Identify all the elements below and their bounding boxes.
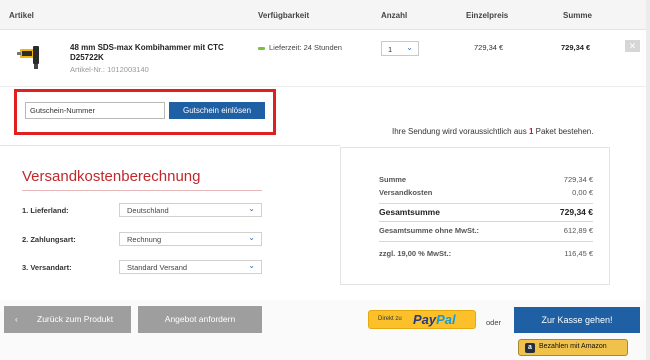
- vat-label: zzgl. 19,00 % MwSt.:: [379, 249, 452, 258]
- chevron-down-icon: ⌄: [248, 204, 255, 213]
- chevron-down-icon: ⌄: [406, 43, 413, 52]
- checkout-button[interactable]: Zur Kasse gehen!: [514, 307, 640, 333]
- divider: [379, 221, 593, 222]
- divider: [0, 86, 650, 87]
- delivery-country-select[interactable]: Deutschland ⌄: [119, 203, 262, 217]
- line-total: 729,34 €: [561, 43, 591, 52]
- unit-price: 729,34 €: [474, 43, 504, 52]
- availability: Lieferzeit: 24 Stunden: [258, 43, 342, 52]
- package-note-before: Ihre Sendung wird voraussichtlich aus: [392, 127, 529, 136]
- or-separator: oder: [486, 318, 502, 327]
- summe-value: 729,34 €: [563, 175, 593, 184]
- product-image[interactable]: [17, 42, 43, 70]
- coupon-highlight-box: Gutschein einlösen: [14, 89, 276, 135]
- amazon-icon: a: [525, 343, 535, 353]
- coupon-code-input[interactable]: [25, 102, 165, 119]
- paypal-checkout-button[interactable]: Direkt zu PayPal: [368, 310, 476, 329]
- shipping-cost-value: 0,00 €: [572, 188, 593, 197]
- chevron-left-icon: ‹: [15, 315, 18, 324]
- column-header-artikel: Artikel: [9, 11, 34, 20]
- net-total-value: 612,89 €: [563, 226, 593, 235]
- remove-item-button[interactable]: ✕: [625, 40, 640, 52]
- redeem-coupon-button[interactable]: Gutschein einlösen: [169, 102, 265, 119]
- payment-method-select[interactable]: Rechnung ⌄: [119, 232, 262, 246]
- product-title[interactable]: 48 mm SDS-max Kombihammer mit CTC D25722…: [70, 43, 240, 63]
- back-to-product-button[interactable]: ‹ Zurück zum Produkt: [4, 306, 131, 333]
- cart-item-row: 48 mm SDS-max Kombihammer mit CTC D25722…: [0, 31, 650, 85]
- shipping-type-select[interactable]: Standard Versand ⌄: [119, 260, 262, 274]
- order-totals-panel: Summe 729,34 € Versandkosten 0,00 € Gesa…: [340, 147, 610, 285]
- back-to-product-label: Zurück zum Produkt: [37, 314, 114, 324]
- payment-method-value: Rechnung: [127, 235, 162, 244]
- shipping-type-value: Standard Versand: [127, 263, 188, 272]
- availability-indicator: [258, 46, 265, 50]
- shipping-type-label: 3. Versandart:: [22, 263, 72, 272]
- cart-table-header: Artikel Verfügbarkeit Anzahl Einzelpreis…: [0, 0, 650, 30]
- request-offer-button[interactable]: Angebot anfordern: [138, 306, 262, 333]
- vat-value: 116,45 €: [564, 249, 593, 258]
- divider: [379, 241, 593, 242]
- product-article-number: Artikel-Nr.: 1012003140: [70, 65, 149, 74]
- availability-text: Lieferzeit: 24 Stunden: [269, 43, 342, 52]
- package-note-after: Paket bestehen.: [533, 127, 594, 136]
- chevron-down-icon: ⌄: [248, 261, 255, 270]
- column-header-anzahl: Anzahl: [381, 11, 408, 20]
- amazon-pay-button[interactable]: a Bezahlen mit Amazon: [518, 339, 628, 356]
- grand-total-value: 729,34 €: [559, 207, 593, 217]
- quantity-select[interactable]: 1 ⌄: [381, 41, 419, 56]
- paypal-logo: PayPal: [413, 312, 456, 327]
- title-underline: [22, 190, 262, 191]
- chevron-down-icon: ⌄: [248, 233, 255, 242]
- payment-method-label: 2. Zahlungsart:: [22, 235, 76, 244]
- divider: [0, 145, 340, 146]
- net-total-label: Gesamtsumme ohne MwSt.:: [379, 226, 480, 235]
- summe-label: Summe: [379, 175, 407, 184]
- delivery-country-label: 1. Lieferland:: [22, 206, 69, 215]
- column-header-summe: Summe: [563, 11, 592, 20]
- package-count-note: Ihre Sendung wird voraussichtlich aus 1 …: [392, 127, 593, 136]
- paypal-prefix: Direkt zu: [378, 316, 402, 322]
- column-header-verfuegbarkeit: Verfügbarkeit: [258, 11, 310, 20]
- delivery-country-value: Deutschland: [127, 206, 169, 215]
- close-icon: ✕: [628, 41, 637, 51]
- amazon-pay-label: Bezahlen mit Amazon: [539, 343, 607, 350]
- divider: [379, 203, 593, 204]
- shipping-calc-title: Versandkostenberechnung: [22, 168, 201, 185]
- quantity-value: 1: [388, 45, 393, 54]
- column-header-einzelpreis: Einzelpreis: [466, 11, 509, 20]
- shipping-cost-label: Versandkosten: [379, 188, 433, 197]
- scrollbar-track[interactable]: [646, 0, 650, 360]
- grand-total-label: Gesamtsumme: [379, 207, 440, 217]
